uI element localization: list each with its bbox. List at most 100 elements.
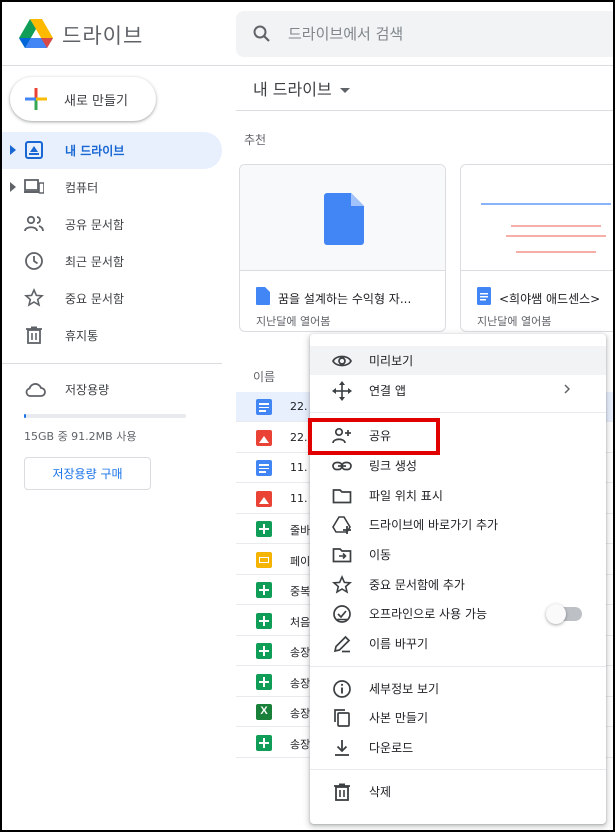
copy-icon [334, 709, 350, 727]
trash-icon [334, 783, 350, 801]
eye-icon [332, 355, 352, 367]
sheet-file-icon [256, 734, 272, 751]
file-name: 송장 [290, 646, 311, 659]
menu-item-label: 링크 생성 [369, 459, 417, 473]
menu-item-label: 이름 바꾸기 [369, 637, 429, 651]
file-name: 줄바 [290, 524, 311, 537]
menu-item-make-copy[interactable]: 사본 만들기 [310, 703, 606, 732]
search-icon[interactable] [252, 24, 272, 44]
google-drive-logo-icon[interactable] [18, 18, 54, 50]
download-icon [335, 740, 349, 756]
cloud-icon [25, 383, 46, 397]
card-thumbnail [461, 165, 613, 271]
context-menu: 미리보기 연결 앱 공유 링크 생성 파일 위치 표시 드라이브에 바로가기 추… [310, 334, 606, 824]
menu-item-label: 다운로드 [369, 741, 414, 755]
file-name: 11. [290, 491, 308, 505]
storage-usage-text: 15GB 중 91.2MB 사용 [24, 430, 137, 443]
menu-item-label: 사본 만들기 [369, 711, 429, 725]
move-arrows-icon [332, 381, 352, 401]
pencil-icon [333, 635, 351, 653]
excel-file-icon: X [256, 704, 272, 720]
page-title-text: 내 드라이브 [253, 80, 332, 99]
new-button[interactable]: 새로 만들기 [10, 77, 156, 121]
sheet-file-icon [256, 612, 272, 629]
sidebar-item-computers[interactable]: 컴퓨터 [2, 169, 222, 206]
card-subtitle: 지난달에 열어봄 [477, 315, 552, 328]
sidebar-item-my-drive[interactable]: 내 드라이브 [2, 132, 222, 169]
colorful-plus-icon [25, 88, 47, 110]
slides-file-icon [256, 551, 272, 568]
sidebar-item-label: 중요 문서함 [65, 292, 125, 306]
my-drive-icon [25, 141, 43, 159]
menu-item-offline[interactable]: 오프라인으로 사용 가능 [310, 599, 606, 628]
offline-toggle[interactable] [546, 604, 582, 624]
page-title[interactable]: 내 드라이브 [253, 76, 350, 100]
image-file-icon [256, 429, 272, 446]
shared-people-icon [24, 215, 44, 232]
sidebar-item-label: 공유 문서함 [65, 218, 125, 232]
sidebar-item-trash[interactable]: 휴지통 [2, 317, 222, 354]
doc-file-icon [256, 399, 272, 415]
menu-item-preview[interactable]: 미리보기 [310, 346, 606, 375]
top-header: 드라이브 [2, 2, 613, 66]
star-icon [24, 288, 44, 307]
file-name: 송장 [290, 737, 311, 751]
buy-storage-button[interactable]: 저장용량 구매 [24, 457, 151, 490]
clock-icon [25, 252, 43, 270]
sheet-file-icon [256, 582, 272, 598]
menu-item-label: 중요 문서함에 추가 [369, 578, 465, 592]
doc-file-icon [256, 460, 272, 476]
doc-file-icon [477, 287, 491, 305]
caret-right-icon[interactable] [10, 145, 16, 155]
column-header-name[interactable]: 이름 [253, 368, 275, 385]
storage-progress-fill [24, 414, 26, 418]
menu-item-show-location[interactable]: 파일 위치 표시 [310, 481, 606, 510]
sidebar-item-label: 최근 문서함 [65, 255, 125, 269]
menu-item-details[interactable]: 세부정보 보기 [310, 674, 606, 703]
star-outline-icon [332, 575, 352, 594]
suggested-card[interactable]: 꿈을 설계하는 수익형 자... 지난달에 열어봄 [239, 164, 446, 332]
file-name: 처음 [290, 615, 311, 629]
suggested-card[interactable]: <희야쌤 애드센스> 지난달에 열어봄 [460, 164, 613, 332]
sidebar-item-label: 컴퓨터 [65, 181, 99, 195]
sidebar-item-starred[interactable]: 중요 문서함 [2, 280, 222, 317]
file-name: 22. [290, 400, 308, 413]
new-button-label: 새로 만들기 [64, 94, 128, 109]
share-highlight-box [308, 418, 440, 455]
menu-item-delete[interactable]: 삭제 [310, 777, 606, 806]
sheet-file-icon [256, 673, 272, 690]
menu-item-download[interactable]: 다운로드 [310, 733, 606, 762]
link-icon [332, 461, 352, 471]
dropdown-arrow-icon[interactable] [339, 88, 350, 93]
sidebar-item-label: 내 드라이브 [65, 144, 125, 158]
file-name: 송장 [290, 707, 311, 720]
sidebar-item-storage[interactable]: 저장용량 [2, 373, 222, 407]
search-bar[interactable] [236, 11, 613, 57]
card-name: <희야쌤 애드센스> [499, 292, 601, 306]
sidebar-item-recent[interactable]: 최근 문서함 [2, 243, 222, 280]
storage-label: 저장용량 [65, 383, 110, 397]
menu-item-label: 삭제 [369, 785, 392, 799]
sheet-file-icon [256, 643, 272, 659]
image-file-icon [256, 490, 272, 507]
doc-file-icon [256, 287, 270, 305]
menu-item-get-link[interactable]: 링크 생성 [310, 451, 606, 480]
sheet-file-icon [256, 521, 272, 537]
menu-item-label: 오프라인으로 사용 가능 [369, 607, 488, 621]
card-thumbnail [240, 165, 445, 271]
file-name: 22. [290, 430, 308, 444]
sidebar-item-shared[interactable]: 공유 문서함 [2, 206, 222, 243]
info-icon [333, 680, 351, 698]
menu-item-rename[interactable]: 이름 바꾸기 [310, 629, 606, 658]
sidebar-divider [2, 363, 222, 364]
caret-right-icon[interactable] [10, 182, 16, 192]
menu-item-open-with[interactable]: 연결 앱 [310, 376, 606, 405]
search-input[interactable] [288, 11, 608, 57]
menu-item-label: 세부정보 보기 [369, 682, 440, 696]
menu-item-move[interactable]: 이동 [310, 540, 606, 569]
chevron-right-icon [564, 384, 570, 394]
file-name: 중복 [290, 585, 311, 598]
menu-item-add-shortcut[interactable]: 드라이브에 바로가기 추가 [310, 510, 606, 539]
menu-item-add-to-starred[interactable]: 중요 문서함에 추가 [310, 570, 606, 599]
app-name: 드라이브 [62, 24, 144, 48]
